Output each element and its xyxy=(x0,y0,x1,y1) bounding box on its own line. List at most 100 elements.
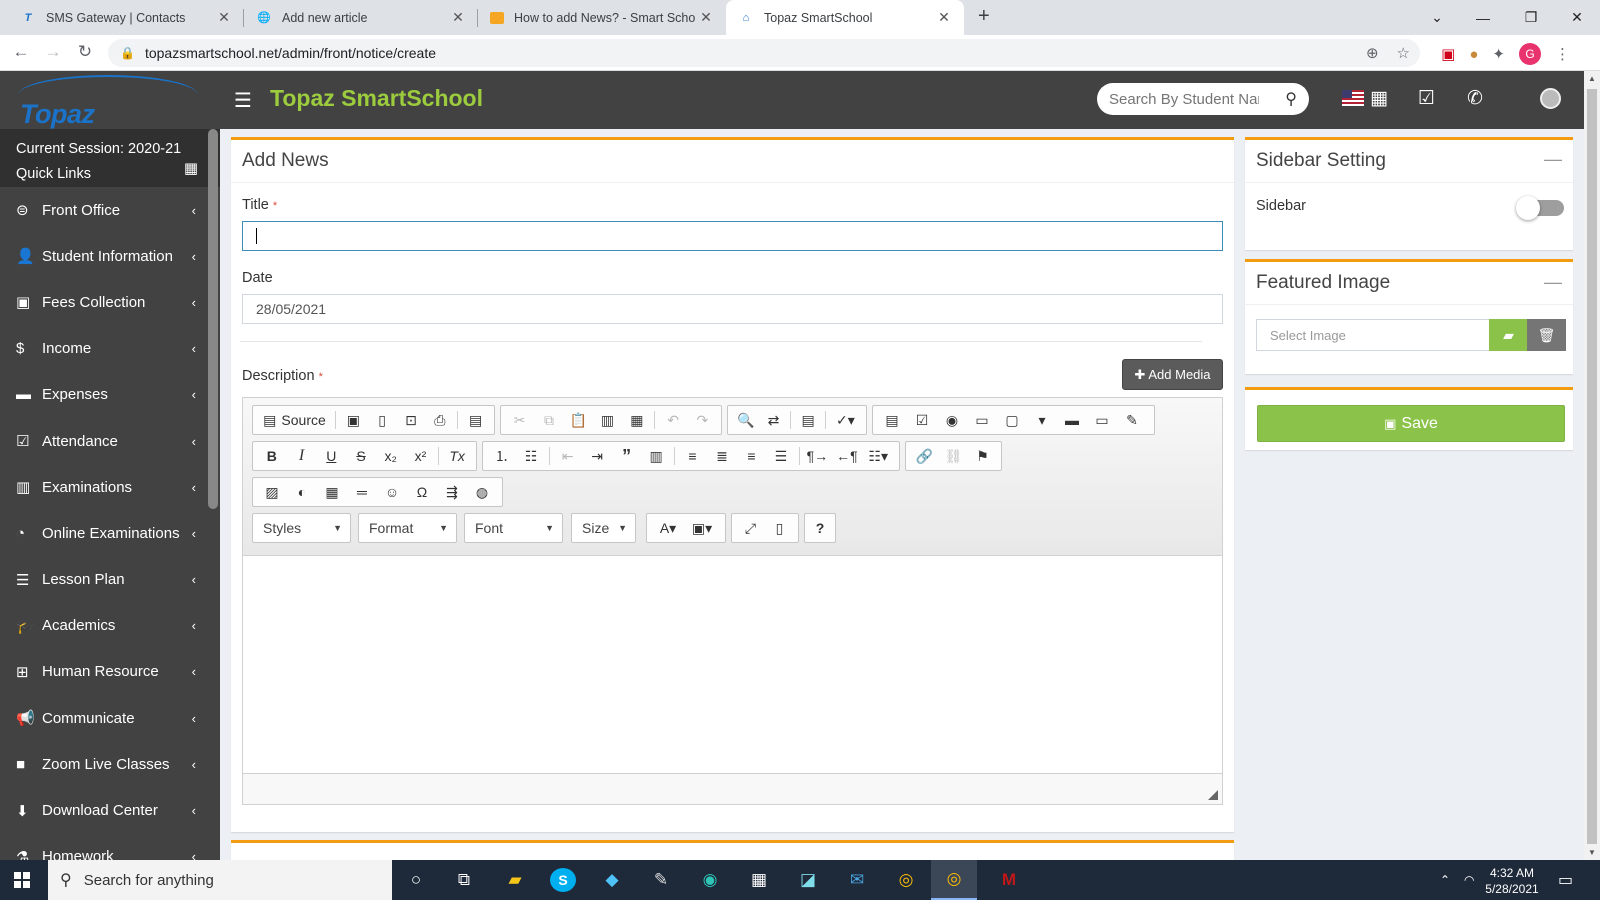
iframe-globe-icon[interactable]: ◍ xyxy=(467,479,497,505)
forward-icon[interactable]: → xyxy=(42,42,64,62)
image-button-icon[interactable]: ▭ xyxy=(1087,407,1117,433)
profile-avatar[interactable]: G xyxy=(1519,43,1541,65)
sidebar-item-fees-collection[interactable]: ▣ Fees Collection ‹ xyxy=(0,279,220,325)
notification-icon[interactable]: ▭ xyxy=(1558,860,1573,900)
source-button[interactable]: ▤ Source xyxy=(257,407,332,433)
search-icon[interactable]: ⚲ xyxy=(1285,89,1297,109)
wifi-icon[interactable]: ◠ xyxy=(1464,860,1474,900)
sidebar-item-homework[interactable]: ⚗ Homework ‹ xyxy=(0,834,220,860)
student-search-input[interactable] xyxy=(1109,90,1259,108)
show-blocks-icon[interactable]: ▯ xyxy=(765,515,794,541)
task-view-icon[interactable]: ⧉ xyxy=(451,868,477,892)
unlink-icon[interactable]: ⛓ xyxy=(939,443,968,469)
extensions-puzzle-icon[interactable]: ✦ xyxy=(1492,45,1505,63)
image-icon[interactable]: ▨ xyxy=(257,479,287,505)
undo-icon[interactable]: ↶ xyxy=(658,407,687,433)
taskbar-search[interactable]: ⚲ Search for anything xyxy=(48,860,392,900)
align-right-icon[interactable]: ≡ xyxy=(737,443,766,469)
justify-icon[interactable]: ☰ xyxy=(766,443,795,469)
app-logo[interactable]: Topaz SmartSchool xyxy=(0,71,220,129)
flash-icon[interactable]: ◐ xyxy=(287,479,317,505)
bookmark-star-icon[interactable]: ☆ xyxy=(1397,44,1410,62)
save-button[interactable]: ▣ Save xyxy=(1257,405,1565,442)
user-avatar[interactable] xyxy=(1540,88,1561,109)
div-container-icon[interactable]: ▥ xyxy=(641,443,670,469)
redo-icon[interactable]: ↷ xyxy=(688,407,717,433)
form-icon[interactable]: ▤ xyxy=(877,407,907,433)
mcafee-icon[interactable]: M xyxy=(996,868,1022,892)
grid-icon[interactable]: ▦ xyxy=(184,159,198,177)
trash-icon[interactable]: 🗑 xyxy=(1527,319,1566,351)
find-icon[interactable]: 🔍 xyxy=(732,407,760,433)
title-input[interactable] xyxy=(242,221,1223,251)
extension-pocket-icon[interactable]: ▣ xyxy=(1441,45,1455,63)
bulleted-list-icon[interactable]: ☷ xyxy=(516,443,545,469)
sidebar-item-academics[interactable]: 🎓 Academics ‹ xyxy=(0,603,220,649)
close-tab-icon[interactable]: ✕ xyxy=(216,9,232,26)
minimize-icon[interactable]: — xyxy=(1460,0,1506,35)
bg-color-icon[interactable]: ▣▾ xyxy=(685,515,719,541)
sidebar-item-attendance[interactable]: ☑ Attendance ‹ xyxy=(0,418,220,464)
superscript-icon[interactable]: x² xyxy=(406,443,436,469)
subscript-icon[interactable]: x₂ xyxy=(376,443,406,469)
save-doc-icon[interactable]: ▣ xyxy=(339,407,368,433)
sidebar-item-download-center[interactable]: ⬇ Download Center ‹ xyxy=(0,787,220,833)
url-bar[interactable]: 🔒 topazsmartschool.net/admin/front/notic… xyxy=(108,39,1420,67)
folder-open-icon[interactable]: ▰ xyxy=(1489,319,1528,351)
sidebar-item-zoom-live-classes[interactable]: ■ Zoom Live Classes ‹ xyxy=(0,741,220,787)
show-hidden-icons[interactable]: ⌃ xyxy=(1440,860,1450,900)
date-input[interactable]: 28/05/2021 xyxy=(242,294,1223,324)
app-blue-icon[interactable]: ◆ xyxy=(599,868,625,892)
sidebar-item-income[interactable]: $ Income ‹ xyxy=(0,326,220,372)
paste-word-icon[interactable]: ▦ xyxy=(622,407,651,433)
resize-handle-icon[interactable] xyxy=(1208,790,1218,800)
menu-toggle-icon[interactable]: ☰ xyxy=(234,88,252,113)
browser-tab-how-to-add-news[interactable]: How to add News? - Smart Scho ✕ xyxy=(478,0,726,35)
mail-icon[interactable]: ✉ xyxy=(844,868,870,892)
whatsapp-icon[interactable]: ✆ xyxy=(1467,87,1483,110)
close-window-icon[interactable]: ✕ xyxy=(1554,0,1600,35)
select-field-icon[interactable]: ▾ xyxy=(1027,407,1057,433)
cortana-icon[interactable]: ○ xyxy=(403,868,429,892)
sidebar-item-online-examinations[interactable]: ◔ Online Examinations ‹ xyxy=(0,510,220,556)
skype-icon[interactable]: S xyxy=(550,868,576,892)
language-icon[interactable]: ☷▾ xyxy=(862,443,895,469)
anchor-flag-icon[interactable]: ⚑ xyxy=(968,443,997,469)
copy-icon[interactable]: ⧉ xyxy=(534,407,563,433)
ltr-icon[interactable]: ¶→ xyxy=(803,443,832,469)
templates-icon[interactable]: ▤ xyxy=(461,407,490,433)
select-all-icon[interactable]: ▤ xyxy=(794,407,822,433)
new-page-icon[interactable]: ▯ xyxy=(368,407,397,433)
notes-icon[interactable]: ◪ xyxy=(795,868,821,892)
close-tab-icon[interactable]: ✕ xyxy=(698,9,714,26)
collapse-icon[interactable]: — xyxy=(1544,149,1562,170)
tab-search-icon[interactable]: ⌄ xyxy=(1414,0,1460,35)
strike-icon[interactable]: S xyxy=(346,443,376,469)
chrome-icon[interactable]: ◎ xyxy=(893,868,919,892)
browser-tab-topaz-smartschool[interactable]: ⌂ Topaz SmartSchool ✕ xyxy=(726,0,964,35)
paste-icon[interactable]: 📋 xyxy=(564,407,593,433)
special-char-icon[interactable]: Ω xyxy=(407,479,437,505)
browser-tab-sms-gateway[interactable]: T SMS Gateway | Contacts ✕ xyxy=(8,0,244,35)
smiley-icon[interactable]: ☺ xyxy=(377,479,407,505)
sidebar-item-communicate[interactable]: 📢 Communicate ‹ xyxy=(0,695,220,741)
button-field-icon[interactable]: ▬ xyxy=(1057,407,1087,433)
bold-icon[interactable]: B xyxy=(257,443,287,469)
sidebar-toggle[interactable] xyxy=(1516,196,1564,220)
restore-icon[interactable]: ❐ xyxy=(1508,0,1554,35)
radio-icon[interactable]: ◉ xyxy=(937,407,967,433)
rtl-icon[interactable]: ←¶ xyxy=(832,443,861,469)
underline-icon[interactable]: U xyxy=(316,443,346,469)
select-image-input[interactable]: Select Image xyxy=(1256,319,1490,351)
horizontal-line-icon[interactable]: ═ xyxy=(347,479,377,505)
us-flag-icon[interactable] xyxy=(1342,90,1364,106)
paint-icon[interactable]: ✎ xyxy=(648,868,674,892)
sidebar-item-student-information[interactable]: 👤 Student Information ‹ xyxy=(0,233,220,279)
store-icon[interactable]: ▦ xyxy=(746,868,772,892)
reload-icon[interactable]: ↻ xyxy=(74,42,96,62)
blockquote-icon[interactable]: ” xyxy=(612,443,641,469)
browser-menu-icon[interactable]: ⋮ xyxy=(1555,45,1570,63)
back-icon[interactable]: ← xyxy=(10,42,32,62)
spellcheck-icon[interactable]: ✓▾ xyxy=(829,407,862,433)
link-icon[interactable]: 🔗 xyxy=(910,443,939,469)
